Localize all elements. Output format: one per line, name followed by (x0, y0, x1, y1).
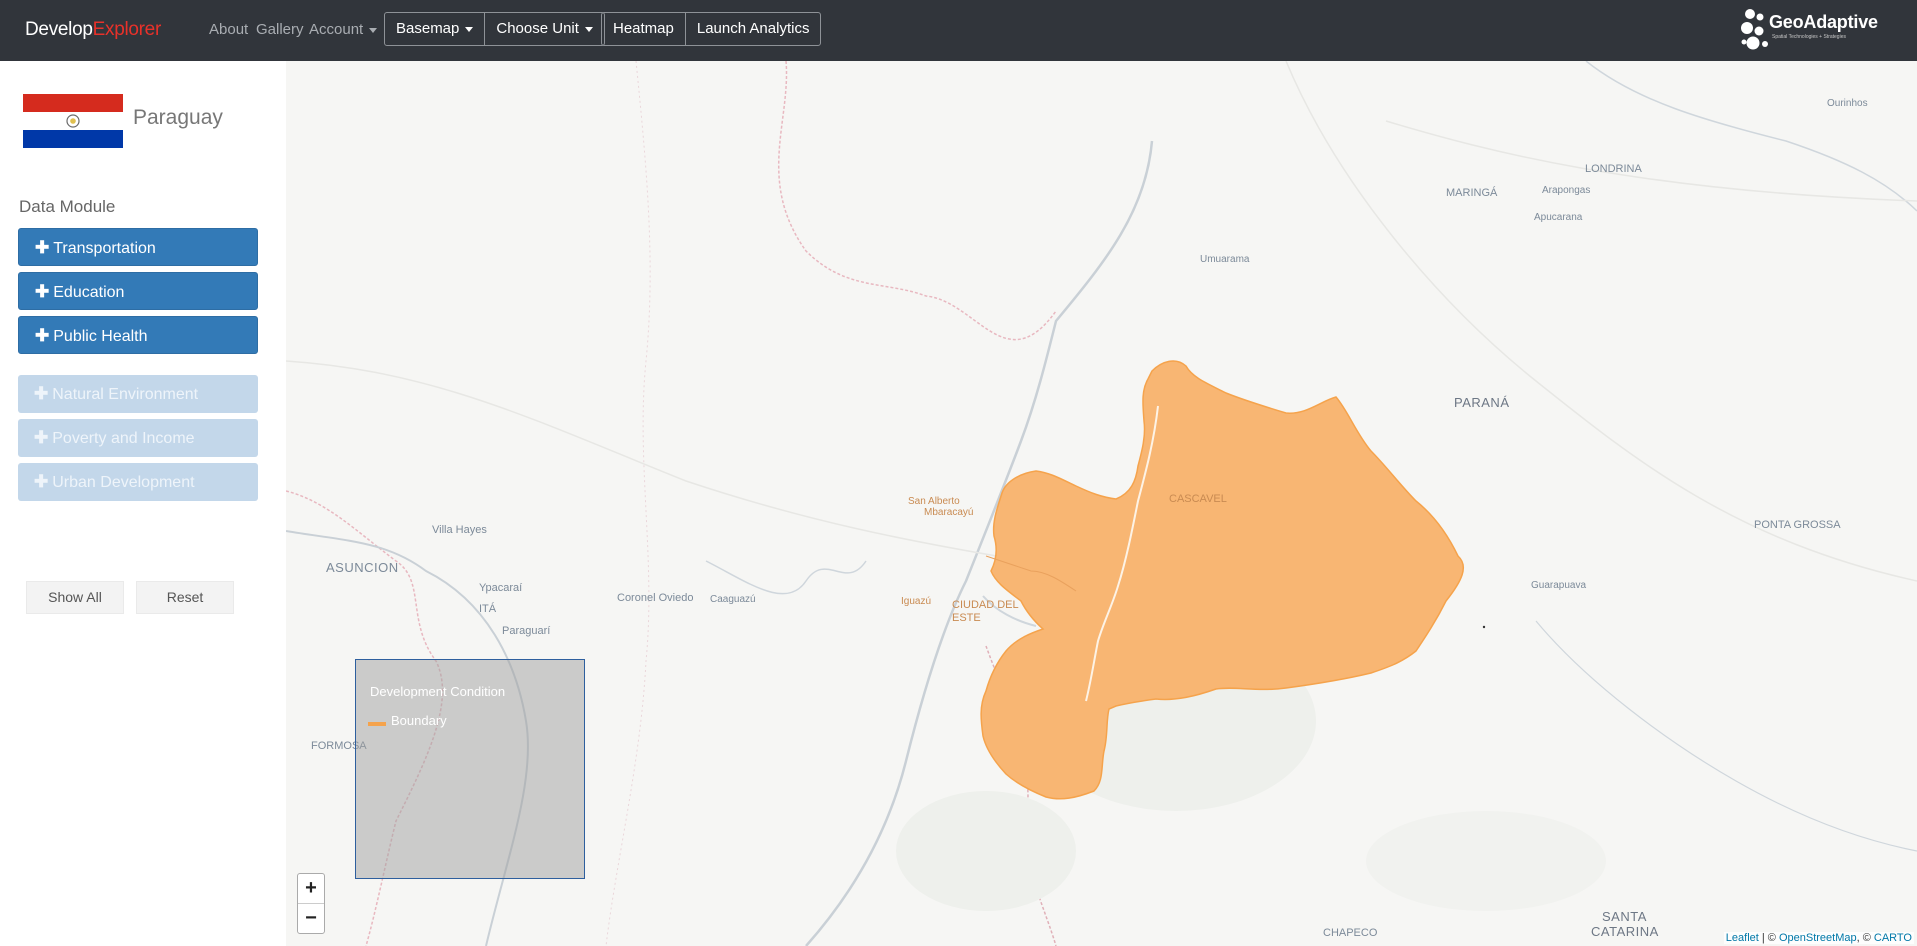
module-natural-environment-button[interactable]: ✚ Natural Environment (18, 375, 258, 413)
navbar: DevelopExplorer About Gallery Account Ba… (0, 0, 1917, 61)
paraguay-flag-icon (23, 94, 123, 148)
map-label-ypacarai: Ypacaraí (479, 582, 523, 594)
plus-icon: ✚ (35, 238, 50, 257)
module-label: Poverty and Income (52, 430, 195, 447)
map-label-santa: SANTA (1602, 909, 1647, 924)
module-education-button[interactable]: ✚ Education (18, 272, 258, 310)
plus-icon: ✚ (34, 384, 49, 403)
map-label-cascavel: CASCAVEL (1169, 493, 1227, 505)
zoom-in-button[interactable]: + (298, 874, 324, 903)
map-label-umuarama: Umuarama (1200, 254, 1250, 265)
legend-title: Development Condition (370, 684, 506, 699)
module-label: Natural Environment (52, 386, 199, 403)
module-transportation-button[interactable]: ✚ Transportation (18, 228, 258, 266)
nav-gallery-link[interactable]: Gallery (256, 21, 304, 38)
zoom-control: + − (297, 873, 325, 934)
map-label-paraguari: Paraguarí (502, 625, 551, 637)
map-label-parana: PARANÁ (1454, 395, 1510, 410)
brand-logo[interactable]: DevelopExplorer (25, 19, 161, 41)
brand-accent: Explorer (92, 19, 162, 40)
plus-icon: ✚ (34, 472, 49, 491)
account-label: Account (309, 21, 364, 38)
sidebar (0, 61, 286, 946)
map-label-san-alberto: San Alberto (908, 496, 960, 507)
map-label-maringa: MARINGÁ (1446, 187, 1498, 199)
plus-icon: ✚ (34, 428, 49, 447)
nav-about-link[interactable]: About (209, 21, 248, 38)
reset-button[interactable]: Reset (136, 581, 234, 614)
map-label-caaguazu: Caaguazú (710, 594, 756, 605)
module-urban-development-button[interactable]: ✚ Urban Development (18, 463, 258, 501)
choose-unit-dropdown-button[interactable]: Choose Unit (484, 13, 604, 45)
brand-primary: Develop (25, 19, 93, 40)
module-label: Urban Development (52, 474, 195, 491)
chevron-down-icon (584, 26, 593, 32)
map-label-iguazu: Iguazú (901, 596, 932, 607)
legend-item-boundary: Boundary (391, 713, 447, 728)
logo-dots-icon (1741, 9, 1768, 50)
map-label-ciudad-del-este: CIUDAD DEL ESTE (952, 599, 1019, 624)
heatmap-button[interactable]: Heatmap (602, 13, 685, 45)
map-controls-group-2: Heatmap Launch Analytics (601, 12, 822, 46)
map-label-catarina: CATARINA (1591, 924, 1659, 939)
map-label-ponta-grossa: PONTA GROSSA (1754, 519, 1841, 531)
chevron-down-icon (369, 27, 378, 33)
logo-text: GeoAdaptive (1769, 12, 1878, 32)
basemap-dropdown-button[interactable]: Basemap (385, 13, 484, 45)
country-name: Paraguay (133, 106, 223, 129)
map-label-coronel-oviedo: Coronel Oviedo (617, 592, 694, 604)
map-label-mbaracayu: Mbaracayú (924, 507, 974, 518)
map-label-guarapuava: Guarapuava (1531, 580, 1587, 591)
map-label-ita: ITÁ (479, 603, 497, 615)
boundary-swatch (368, 722, 386, 726)
attribution-separator-1: | © (1758, 932, 1779, 944)
show-all-button[interactable]: Show All (26, 581, 124, 614)
carto-link[interactable]: CARTO (1874, 932, 1912, 944)
plus-icon: ✚ (35, 282, 50, 301)
map-canvas[interactable]: ASUNCION Villa Hayes Ypacaraí ITÁ Paragu… (286, 61, 1917, 946)
openstreetmap-link[interactable]: OpenStreetMap (1779, 932, 1857, 944)
module-label: Transportation (53, 240, 156, 257)
nav-account-dropdown[interactable]: Account (309, 21, 378, 38)
map-label-apucarana: Apucarana (1534, 212, 1583, 223)
zoom-out-button[interactable]: − (298, 903, 324, 933)
choose-unit-label: Choose Unit (496, 20, 579, 37)
leaflet-link[interactable]: Leaflet (1726, 932, 1759, 944)
module-poverty-income-button[interactable]: ✚ Poverty and Income (18, 419, 258, 457)
map-label-villa-hayes: Villa Hayes (432, 524, 487, 536)
attribution-separator-2: , © (1856, 932, 1874, 944)
map-controls-group-1: Basemap Choose Unit (384, 12, 605, 46)
map-label-chapeco: CHAPECO (1323, 927, 1378, 939)
chevron-down-icon (465, 26, 474, 32)
logo-subtitle: Spatial Technologies + Strategies (1772, 34, 1846, 40)
map-label-londrina: LONDRINA (1585, 163, 1642, 175)
module-label: Public Health (53, 328, 148, 345)
plus-icon: ✚ (35, 326, 50, 345)
basemap-label: Basemap (396, 20, 460, 37)
map-legend: Development Condition Boundary (355, 659, 585, 879)
map-attribution: Leaflet | © OpenStreetMap, © CARTO (1723, 932, 1914, 944)
geoadaptive-logo[interactable]: GeoAdaptive Spatial Technologies + Strat… (1740, 6, 1890, 56)
data-module-title: Data Module (19, 197, 116, 216)
launch-analytics-button[interactable]: Launch Analytics (684, 13, 821, 45)
map-label-ourinhos: Ourinhos (1827, 98, 1868, 109)
map-label-asuncion: ASUNCION (326, 560, 399, 575)
module-public-health-button[interactable]: ✚ Public Health (18, 316, 258, 354)
module-label: Education (53, 284, 125, 301)
map-label-arapongas: Arapongas (1542, 185, 1591, 196)
